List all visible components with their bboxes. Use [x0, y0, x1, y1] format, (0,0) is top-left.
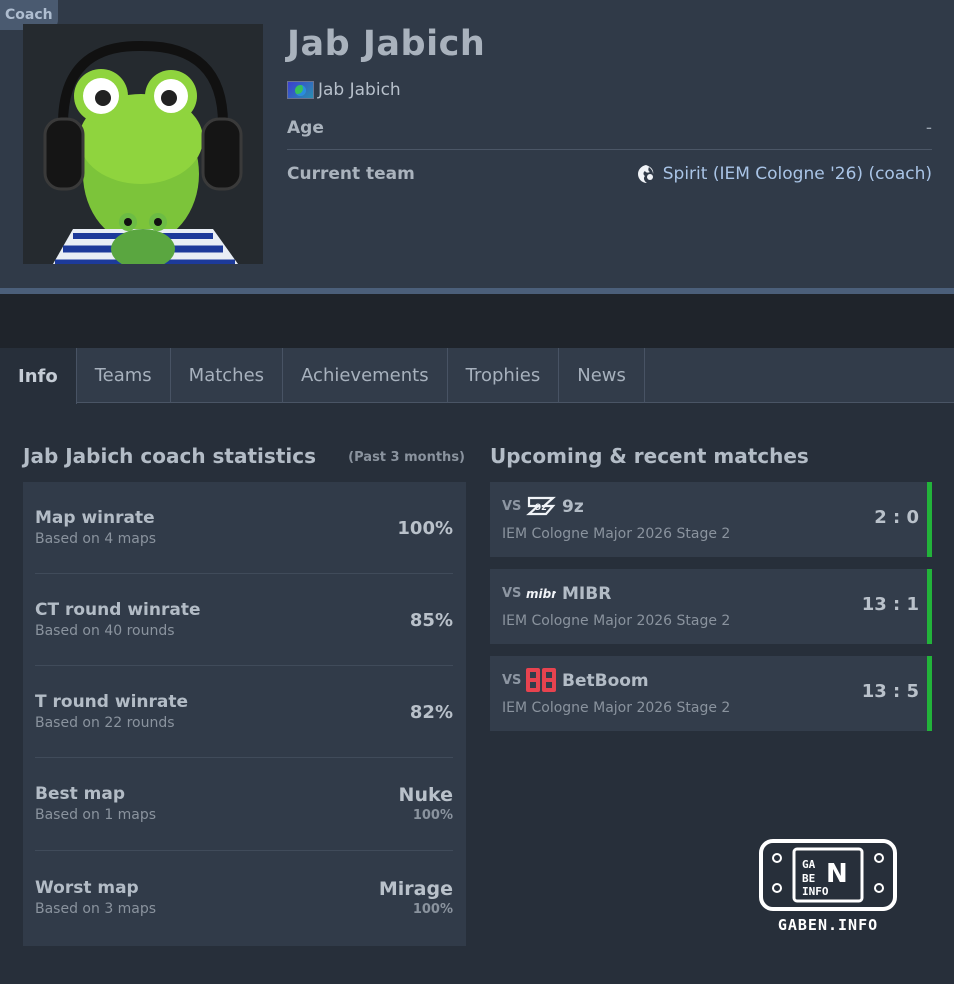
match-vs: VS	[502, 499, 522, 514]
mibr-logo-icon: mibr	[526, 587, 556, 601]
profile-tabs: Info Teams Matches Achievements Trophies…	[0, 348, 954, 404]
match-score: 13 : 1	[861, 594, 919, 615]
nickname-row: Jab Jabich	[287, 80, 401, 100]
match-card[interactable]: VS BetBoom IEM Cologne Major 2026 Stage …	[490, 656, 932, 731]
matches-title: Upcoming & recent matches	[490, 444, 809, 468]
svg-text:mibr: mibr	[526, 587, 556, 601]
tab-info[interactable]: Info	[0, 348, 77, 404]
match-vs: VS	[502, 673, 522, 688]
tab-teams[interactable]: Teams	[77, 348, 171, 403]
stat-sub: Based on 22 rounds	[35, 715, 175, 731]
stat-label: Map winrate	[35, 508, 155, 528]
stat-percent: 100%	[412, 902, 453, 917]
header-strip	[0, 288, 954, 348]
spirit-logo-icon	[637, 165, 653, 183]
match-opponent: 9z	[562, 497, 584, 517]
team-row: Current team Spirit (IEM Cologne '26) (c…	[287, 161, 932, 187]
9z-logo-icon: 9z	[526, 496, 556, 516]
stat-sub: Based on 3 maps	[35, 901, 157, 917]
stat-divider	[35, 573, 453, 574]
svg-text:9z: 9z	[535, 503, 547, 513]
current-team-link[interactable]: Spirit (IEM Cologne '26) (coach)	[635, 163, 932, 185]
stat-value: 82%	[409, 702, 453, 723]
stat-label: T round winrate	[35, 692, 189, 712]
watermark-text: GABEN.INFO	[777, 916, 879, 934]
info-divider	[287, 149, 932, 150]
stat-label: CT round winrate	[35, 600, 201, 620]
tab-achievements[interactable]: Achievements	[283, 348, 448, 403]
stat-sub: Based on 4 maps	[35, 531, 157, 547]
stat-divider	[35, 850, 453, 851]
stat-value: Nuke	[398, 784, 453, 806]
stat-divider	[35, 757, 453, 758]
match-event: IEM Cologne Major 2026 Stage 2	[502, 700, 731, 716]
gaben-info-watermark: GA N BE INFO GABEN.INFO	[758, 838, 898, 938]
match-opponent: MIBR	[562, 584, 612, 604]
tab-trophies[interactable]: Trophies	[448, 348, 560, 403]
current-team-name: Spirit (IEM Cologne '26) (coach)	[662, 164, 932, 184]
player-name: Jab Jabich	[287, 24, 486, 64]
match-card[interactable]: VS mibr MIBR IEM Cologne Major 2026 Stag…	[490, 569, 932, 644]
team-label: Current team	[287, 164, 415, 184]
world-flag-icon	[287, 81, 314, 99]
player-nickname: Jab Jabich	[318, 80, 401, 100]
stat-value: Mirage	[378, 878, 453, 900]
betboom-logo-icon	[526, 668, 556, 692]
match-event: IEM Cologne Major 2026 Stage 2	[502, 613, 731, 629]
stat-value: 85%	[409, 610, 453, 631]
age-row: Age -	[287, 116, 932, 140]
match-opponent: BetBoom	[562, 671, 649, 691]
match-vs: VS	[502, 586, 522, 601]
age-label: Age	[287, 118, 324, 138]
stat-label: Best map	[35, 784, 126, 804]
stats-panel: Map winrate Based on 4 maps 100% CT roun…	[23, 482, 466, 946]
match-score: 13 : 5	[861, 681, 919, 702]
stat-sub: Based on 40 rounds	[35, 623, 175, 639]
match-score: 2 : 0	[874, 507, 919, 528]
stat-label: Worst map	[35, 878, 139, 898]
svg-text:BE: BE	[802, 872, 815, 885]
stat-value: 100%	[397, 518, 453, 539]
stats-period: (Past 3 months)	[348, 450, 465, 465]
match-event: IEM Cologne Major 2026 Stage 2	[502, 526, 731, 542]
player-avatar	[23, 24, 263, 264]
age-value: -	[925, 118, 932, 138]
stat-divider	[35, 665, 453, 666]
stats-title: Jab Jabich coach statistics	[23, 444, 316, 468]
tab-matches[interactable]: Matches	[171, 348, 284, 403]
stat-percent: 100%	[412, 808, 453, 823]
player-header: Coach Jab Jabich Jab Jabich Age - Curren…	[0, 0, 954, 288]
match-card[interactable]: VS 9z 9z IEM Cologne Major 2026 Stage 2 …	[490, 482, 932, 557]
stat-sub: Based on 1 maps	[35, 807, 157, 823]
svg-text:INFO: INFO	[802, 885, 829, 898]
tab-news[interactable]: News	[559, 348, 645, 403]
frog-avatar-image	[23, 24, 263, 264]
svg-text:N: N	[826, 859, 848, 889]
gaben-console-logo-icon: GA N BE INFO	[759, 839, 897, 911]
svg-text:GA: GA	[802, 858, 816, 871]
